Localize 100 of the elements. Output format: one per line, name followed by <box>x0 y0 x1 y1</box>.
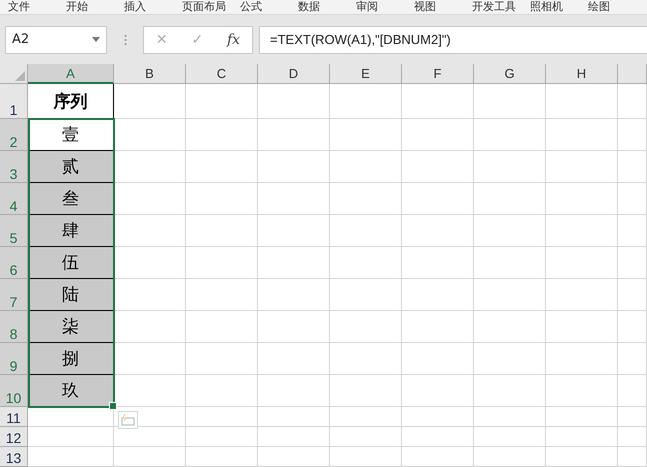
ribbon-tab[interactable]: 视图 <box>414 0 472 14</box>
cell-reference: A2 <box>12 32 30 47</box>
empty-cell <box>186 447 258 467</box>
empty-cell <box>474 279 546 311</box>
empty-cell <box>330 311 402 343</box>
cell-text: 捌 <box>62 348 79 370</box>
cell-text: 伍 <box>62 252 79 274</box>
empty-cell <box>186 151 258 183</box>
ribbon-tab[interactable]: 开发工具 <box>472 0 530 14</box>
empty-cell <box>258 183 330 215</box>
empty-cell <box>546 311 618 343</box>
empty-cell <box>258 311 330 343</box>
row-header[interactable]: 9 <box>0 343 28 375</box>
column-header[interactable]: E <box>330 64 402 84</box>
empty-cell <box>402 447 474 467</box>
empty-cell <box>402 279 474 311</box>
empty-cell <box>474 407 546 427</box>
row-header[interactable]: 4 <box>0 183 28 215</box>
ribbon-tab[interactable]: 数据 <box>298 0 356 14</box>
empty-cell <box>474 151 546 183</box>
column-header[interactable]: C <box>186 64 258 84</box>
empty-cell <box>186 119 258 151</box>
row-header[interactable]: 13 <box>0 447 28 467</box>
empty-cell <box>186 183 258 215</box>
cell-text: 壹 <box>62 124 79 146</box>
empty-cell <box>546 119 618 151</box>
empty-cell <box>330 447 402 467</box>
empty-cell <box>186 375 258 407</box>
empty-cell <box>618 427 647 447</box>
empty-cell <box>402 343 474 375</box>
cell-text: 序列 <box>54 90 88 112</box>
empty-cell <box>258 343 330 375</box>
grip-icon <box>124 34 126 46</box>
empty-cell <box>258 447 330 467</box>
empty-cell <box>330 151 402 183</box>
empty-cell <box>402 183 474 215</box>
column-header[interactable]: H <box>546 64 618 84</box>
empty-cell <box>186 84 258 119</box>
insert-function-button[interactable]: fx <box>227 32 240 48</box>
row-header[interactable]: 8 <box>0 311 28 343</box>
empty-cell <box>258 279 330 311</box>
ribbon-tab[interactable]: 页面布局 <box>182 0 240 14</box>
row-header[interactable]: 1 <box>0 84 28 119</box>
cell-text: 陆 <box>62 284 79 306</box>
empty-cell <box>474 311 546 343</box>
empty-cell <box>402 375 474 407</box>
empty-cell <box>474 247 546 279</box>
empty-cell <box>618 183 647 215</box>
formula-field[interactable]: =TEXT(ROW(A1),"[DBNUM2]") <box>259 26 647 54</box>
empty-cell <box>258 427 330 447</box>
column-header[interactable]: G <box>474 64 546 84</box>
empty-cell <box>258 84 330 119</box>
column-header[interactable]: D <box>258 64 330 84</box>
column-header[interactable]: A <box>28 64 114 84</box>
empty-cell <box>546 279 618 311</box>
ribbon-tab[interactable]: 照相机 <box>530 0 588 14</box>
ribbon-tab[interactable]: 公式 <box>240 0 298 14</box>
row-header[interactable]: 6 <box>0 247 28 279</box>
empty-cell <box>618 343 647 375</box>
empty-cell <box>474 343 546 375</box>
empty-cell <box>186 279 258 311</box>
row-header[interactable]: 12 <box>0 427 28 447</box>
empty-cell <box>330 84 402 119</box>
cell-text: 肆 <box>62 220 79 242</box>
caret-icon[interactable] <box>92 37 100 42</box>
empty-cell <box>258 407 330 427</box>
empty-cell <box>186 247 258 279</box>
row-header[interactable]: 7 <box>0 279 28 311</box>
empty-cell <box>258 375 330 407</box>
row-header[interactable]: 2 <box>0 119 28 151</box>
ribbon-tab[interactable]: 插入 <box>124 0 182 14</box>
ribbon-tab[interactable]: 绘图 <box>588 0 646 14</box>
empty-cell <box>618 375 647 407</box>
column-header[interactable]: F <box>402 64 474 84</box>
empty-cell <box>474 119 546 151</box>
empty-cell <box>402 407 474 427</box>
empty-cell <box>330 427 402 447</box>
empty-cell <box>402 215 474 247</box>
column-header[interactable]: B <box>114 64 186 84</box>
row-header[interactable]: 10 <box>0 375 28 407</box>
row-header[interactable]: 3 <box>0 151 28 183</box>
empty-cell <box>618 279 647 311</box>
empty-cell <box>546 215 618 247</box>
empty-cell <box>546 247 618 279</box>
empty-cell <box>546 407 618 427</box>
empty-cell <box>618 119 647 151</box>
empty-cell <box>330 343 402 375</box>
empty-cell <box>402 427 474 447</box>
name-box[interactable]: A2 <box>5 26 107 54</box>
ribbon-tab[interactable]: 审阅 <box>356 0 414 14</box>
empty-cell <box>402 247 474 279</box>
empty-cell <box>618 151 647 183</box>
empty-cell <box>618 247 647 279</box>
fill-handle[interactable] <box>109 402 117 410</box>
row-header[interactable]: 5 <box>0 215 28 247</box>
row-header[interactable]: 11 <box>0 407 28 427</box>
empty-cell <box>474 215 546 247</box>
ribbon-tab[interactable]: 开始 <box>66 0 124 14</box>
ribbon-tab[interactable]: 文件 <box>8 0 66 14</box>
empty-cell <box>546 343 618 375</box>
